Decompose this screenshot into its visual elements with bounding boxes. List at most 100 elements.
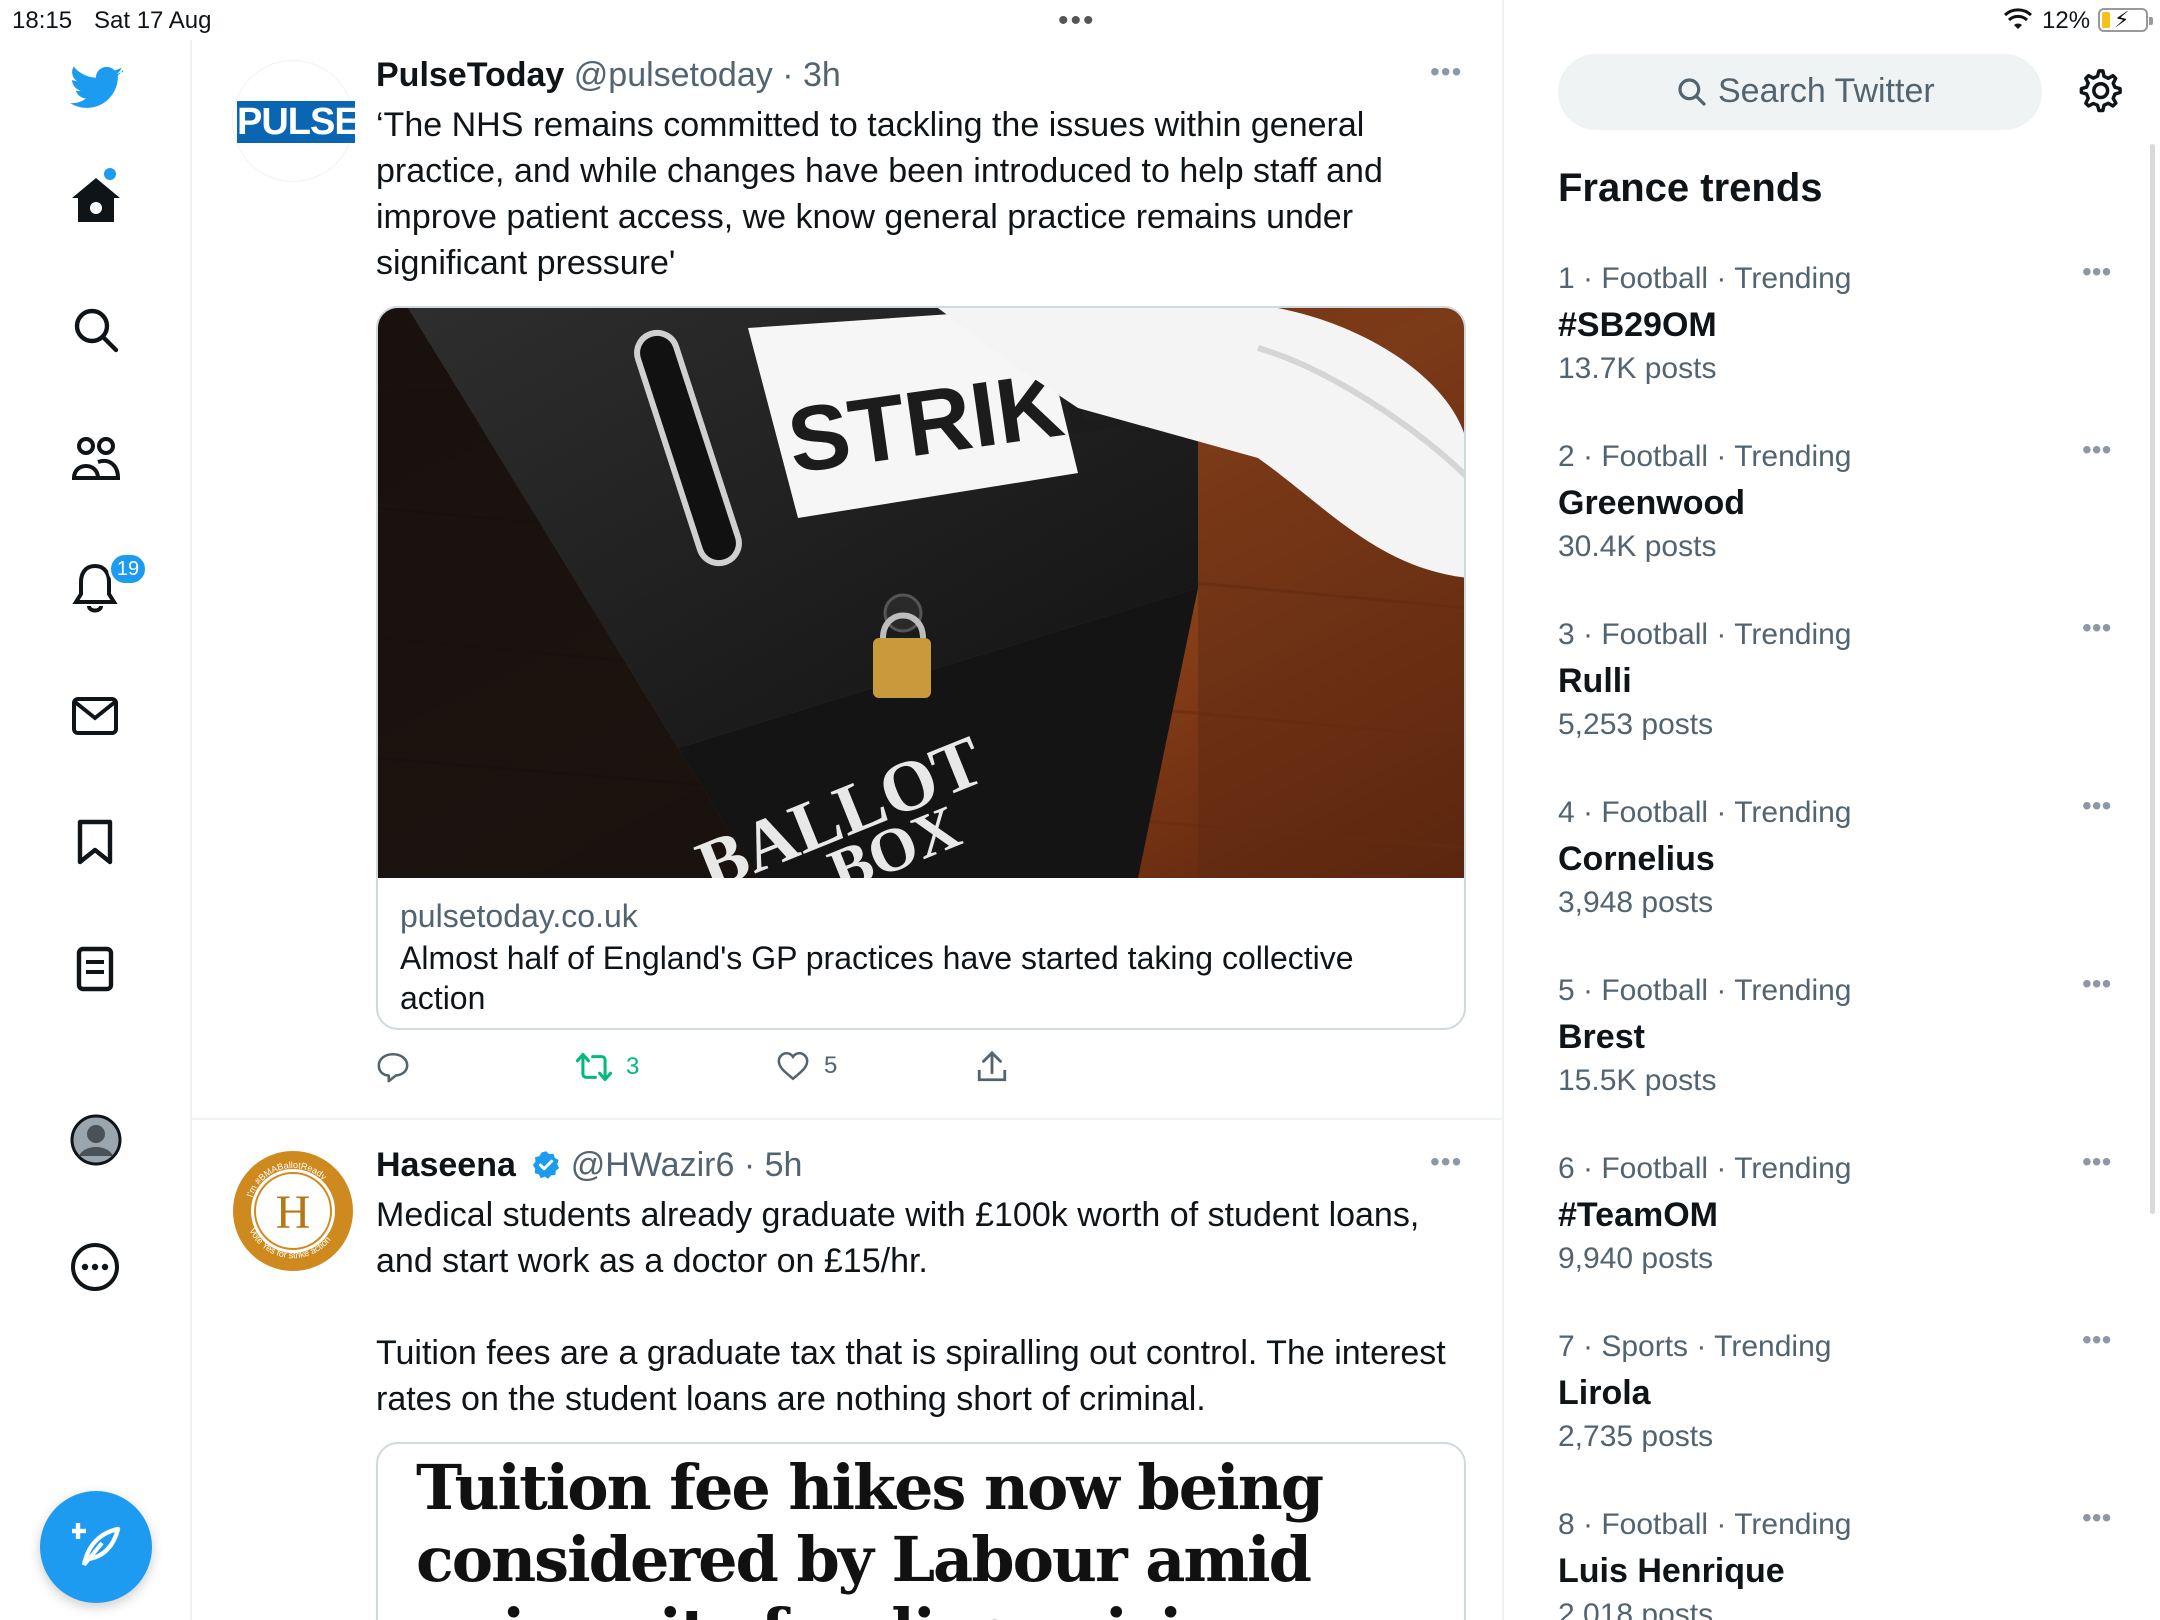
search-input[interactable]: Search Twitter (1558, 54, 2042, 130)
trend-term: #SB29OM (1558, 306, 1717, 344)
tweet-text-paragraph: Tuition fees are a graduate tax that is … (376, 1334, 1446, 1418)
trend-posts: 9,940 posts (1558, 1242, 1714, 1275)
trend-item[interactable]: 3 · Football · Trending Rulli 5,253 post… (1558, 612, 2118, 778)
notifications-count-badge: 19 (108, 552, 148, 586)
tweet-time[interactable]: · 3h (782, 56, 841, 94)
tweet-text-paragraph: Medical students already graduate with £… (376, 1196, 1420, 1280)
trend-more-icon[interactable]: ••• (2082, 790, 2111, 822)
nav-bookmarks[interactable] (76, 818, 114, 866)
trend-meta: 8 · Football · Trending (1558, 1508, 1852, 1541)
search-icon (74, 308, 119, 353)
tweet-author-handle[interactable]: @pulsetoday (574, 56, 773, 94)
battery-percent: 12% (2042, 7, 2091, 34)
tweet-author-handle[interactable]: @HWazir6 (571, 1146, 735, 1184)
nav-explore[interactable] (72, 306, 120, 354)
link-card[interactable]: STRIKE! BALLOT BOX pulsetoday.co.uk Almo… (376, 306, 1466, 1030)
status-time: 18:15 (12, 7, 73, 34)
nav-lists[interactable] (76, 946, 114, 992)
trend-meta: 5 · Football · Trending (1558, 974, 1852, 1007)
trend-term: Luis Henrique (1558, 1552, 1785, 1590)
link-card-domain[interactable]: pulsetoday.co.uk (400, 898, 638, 935)
timeline[interactable]: PULSE PulseToday @pulsetoday · 3h ••• ‘T… (192, 0, 1504, 1620)
image-card[interactable]: Tuition fee hikes now being considered b… (376, 1442, 1466, 1620)
share-button[interactable] (976, 1050, 1022, 1084)
trend-posts: 3,948 posts (1558, 886, 1714, 919)
trend-meta: 7 · Sports · Trending (1558, 1330, 1832, 1363)
reply-button[interactable] (376, 1050, 424, 1084)
nav-more[interactable] (70, 1242, 120, 1292)
trend-more-icon[interactable]: ••• (2082, 1146, 2111, 1178)
trend-posts: 13.7K posts (1558, 352, 1717, 385)
trend-item[interactable]: 6 · Football · Trending #TeamOM 9,940 po… (1558, 1146, 2118, 1312)
trend-posts: 15.5K posts (1558, 1064, 1717, 1097)
reply-icon (377, 1052, 409, 1083)
trend-more-icon[interactable]: ••• (2082, 434, 2111, 466)
verified-badge-icon (533, 1151, 560, 1179)
trend-term: Rulli (1558, 662, 1632, 700)
tweet-header: Haseena @HWazir6 · 5h (376, 1146, 802, 1185)
bookmark-icon (77, 819, 113, 865)
trend-item[interactable]: 8 · Football · Trending Luis Henrique 2,… (1558, 1502, 2118, 1620)
link-card-title[interactable]: Almost half of England's GP practices ha… (400, 938, 1440, 1018)
trend-more-icon[interactable]: ••• (2082, 256, 2111, 288)
nav-messages[interactable] (72, 696, 118, 736)
share-icon (977, 1050, 1007, 1082)
twitter-logo-icon[interactable] (70, 66, 124, 112)
trend-item[interactable]: 1 · Football · Trending #SB29OM 13.7K po… (1558, 256, 2118, 422)
compose-button[interactable] (40, 1491, 152, 1603)
nav-home[interactable] (66, 168, 126, 228)
avatar-monogram: H (276, 1186, 311, 1239)
tweet-actions: 3 5 (376, 1050, 1376, 1090)
trend-term: #TeamOM (1558, 1196, 1718, 1234)
trend-term: Lirola (1558, 1374, 1651, 1412)
tweet-time[interactable]: · 5h (744, 1146, 803, 1184)
trend-term: Cornelius (1558, 840, 1715, 878)
home-new-dot (104, 168, 116, 180)
pulse-logo: PULSE (237, 101, 360, 143)
tweet-avatar[interactable]: PULSE (232, 60, 360, 182)
trend-more-icon[interactable]: ••• (2082, 968, 2111, 1000)
tweet-author-name[interactable]: PulseToday (376, 56, 564, 94)
settings-button[interactable] (2076, 68, 2122, 119)
tweet-header: PulseToday @pulsetoday · 3h (376, 56, 841, 95)
nav-profile[interactable] (70, 1114, 122, 1166)
trend-posts: 2,735 posts (1558, 1420, 1714, 1453)
trend-more-icon[interactable]: ••• (2082, 1502, 2111, 1534)
search-icon (1678, 78, 1706, 106)
right-sidebar: Search Twitter France trends 1 · Footbal… (1506, 40, 2160, 1620)
trend-item[interactable]: 2 · Football · Trending Greenwood 30.4K … (1558, 434, 2118, 600)
trend-meta: 3 · Football · Trending (1558, 618, 1852, 651)
trend-meta: 1 · Football · Trending (1558, 262, 1852, 295)
trend-more-icon[interactable]: ••• (2082, 1324, 2111, 1356)
tweet-more-icon[interactable]: ••• (1430, 56, 1462, 88)
trend-meta: 4 · Football · Trending (1558, 796, 1852, 829)
tweet[interactable]: PULSE PulseToday @pulsetoday · 3h ••• ‘T… (192, 0, 1502, 1118)
retweet-count: 3 (626, 1053, 640, 1080)
communities-icon (71, 437, 121, 480)
home-icon (72, 178, 120, 222)
tweet-avatar[interactable]: H I'm #BMABallotReady Vote Yes for strik… (232, 1150, 354, 1272)
link-card-image: STRIKE! BALLOT BOX (378, 308, 1464, 878)
trend-posts: 5,253 posts (1558, 708, 1714, 741)
trend-meta: 6 · Football · Trending (1558, 1152, 1852, 1185)
like-count: 5 (824, 1052, 838, 1079)
wifi-icon (2003, 8, 2033, 29)
tweet[interactable]: H I'm #BMABallotReady Vote Yes for strik… (192, 1120, 1502, 1620)
tweet-more-icon[interactable]: ••• (1430, 1146, 1462, 1178)
trend-item[interactable]: 7 · Sports · Trending Lirola 2,735 posts… (1558, 1324, 2118, 1490)
trends-title: France trends (1558, 166, 1823, 210)
like-button[interactable]: 5 (776, 1050, 837, 1082)
tweet-text: ‘The NHS remains committed to tackling t… (376, 106, 1383, 282)
retweet-button[interactable]: 3 (576, 1050, 639, 1084)
tweet-author-name[interactable]: Haseena (376, 1146, 516, 1184)
trend-more-icon[interactable]: ••• (2082, 612, 2111, 644)
search-placeholder: Search Twitter (1718, 72, 1935, 110)
trend-term: Brest (1558, 1018, 1645, 1056)
trend-item[interactable]: 4 · Football · Trending Cornelius 3,948 … (1558, 790, 2118, 956)
more-circle-icon (71, 1243, 119, 1291)
nav-communities[interactable] (70, 434, 122, 482)
trends-scrollbar[interactable] (2150, 144, 2155, 1214)
trend-item[interactable]: 5 · Football · Trending Brest 15.5K post… (1558, 968, 2118, 1134)
trend-term: Greenwood (1558, 484, 1746, 522)
nav-notifications[interactable]: 19 (72, 552, 148, 614)
